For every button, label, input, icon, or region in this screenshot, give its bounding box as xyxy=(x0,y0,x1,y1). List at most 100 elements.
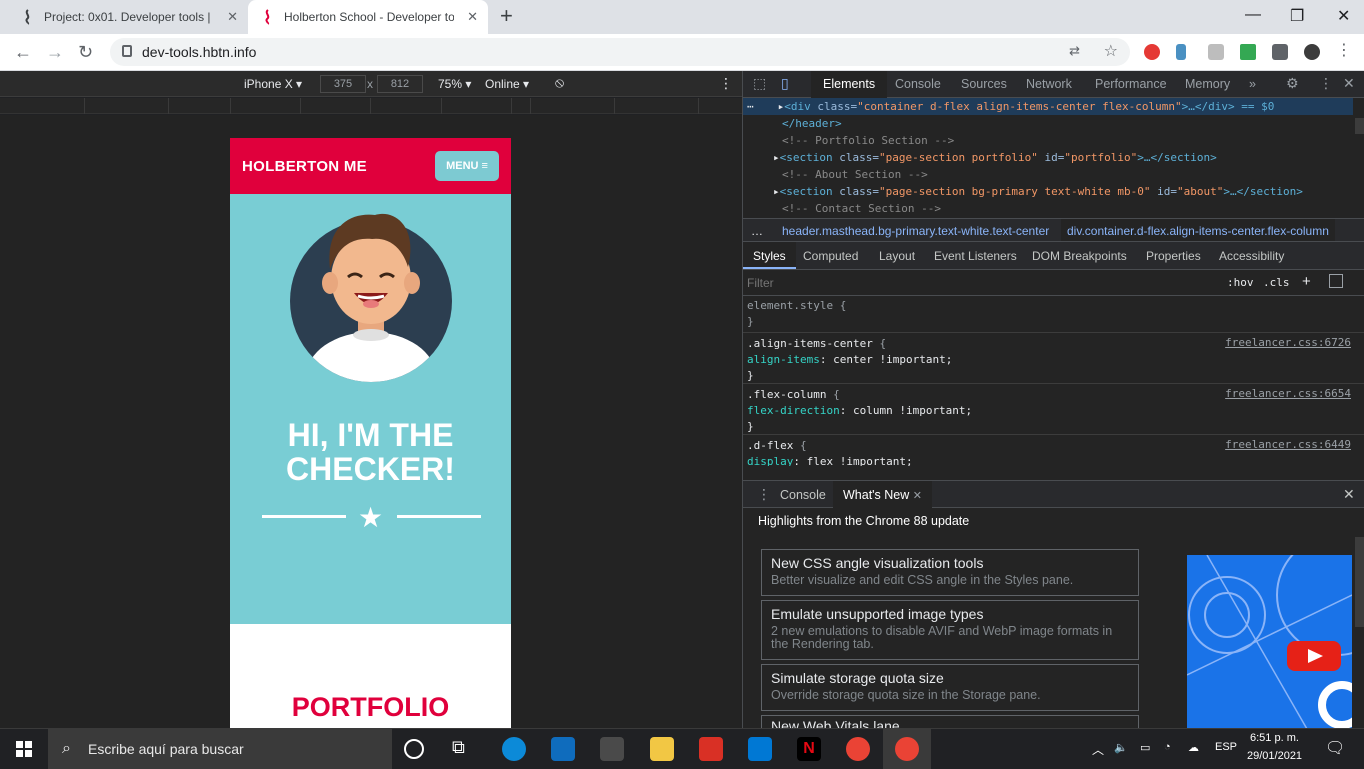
profile-avatar[interactable] xyxy=(1304,44,1320,60)
new-tab-button[interactable]: + xyxy=(500,5,513,27)
rule-source-link[interactable]: freelancer.css:6654 xyxy=(1225,387,1351,400)
throttle-select[interactable]: Online ▾ xyxy=(485,77,529,91)
more-tabs-icon[interactable]: » xyxy=(1249,77,1256,91)
clock-time[interactable]: 6:51 p. m. xyxy=(1250,732,1299,744)
rule-declaration[interactable]: flex-direction: column !important; xyxy=(743,403,1364,419)
hov-toggle[interactable]: :hov xyxy=(1227,276,1254,289)
extension-icon[interactable] xyxy=(1208,44,1224,60)
adblock-icon[interactable] xyxy=(1144,44,1160,60)
tab-close-icon[interactable]: ✕ xyxy=(227,9,238,25)
drawer-tab-console[interactable]: Console xyxy=(780,488,826,502)
file-explorer-icon[interactable] xyxy=(650,737,674,761)
rule-declaration[interactable]: align-items: center !important; xyxy=(743,352,1364,368)
toggle-sidebar-icon[interactable] xyxy=(1329,274,1343,288)
tab-event-listeners[interactable]: Event Listeners xyxy=(934,249,1017,263)
translate-icon[interactable]: ⇄ xyxy=(1069,43,1080,59)
tab-properties[interactable]: Properties xyxy=(1146,249,1201,263)
tab-accessibility[interactable]: Accessibility xyxy=(1219,249,1284,263)
tab-network[interactable]: Network xyxy=(1026,77,1072,91)
more-menu-icon[interactable]: ⋮ xyxy=(1336,40,1352,59)
close-window-icon[interactable]: ✕ xyxy=(1337,6,1350,26)
mail-icon[interactable] xyxy=(551,737,575,761)
edge-icon[interactable] xyxy=(502,737,526,761)
dom-comment[interactable]: <!-- About Section --> xyxy=(743,166,1353,183)
chrome-icon[interactable] xyxy=(895,737,919,761)
drawer-tab-whats-new[interactable]: What's New ✕ xyxy=(833,481,932,508)
site-brand[interactable]: HOLBERTON ME xyxy=(242,158,367,175)
taskbar-search-box[interactable]: ⌕ Escribe aquí para buscar xyxy=(48,729,392,769)
scrollbar[interactable] xyxy=(1355,118,1364,134)
breadcrumb-item-active[interactable]: div.container.d-flex.align-items-center.… xyxy=(1061,219,1335,241)
device-more-icon[interactable]: ⋮ xyxy=(719,75,733,92)
zoom-select[interactable]: 75% ▾ xyxy=(438,77,471,91)
inspect-element-icon[interactable]: ⬚ xyxy=(753,75,766,92)
reload-icon[interactable]: ↻ xyxy=(78,42,93,63)
bookmark-star-icon[interactable]: ☆ xyxy=(1104,41,1118,61)
notifications-icon[interactable]: 🗨 xyxy=(1325,738,1345,758)
tab-close-icon[interactable]: ✕ xyxy=(467,9,478,25)
height-input[interactable]: 812 xyxy=(377,75,423,93)
dom-node-selected[interactable]: ⋯ ▸<div class="container d-flex align-ite… xyxy=(743,98,1353,115)
tab-performance[interactable]: Performance xyxy=(1095,77,1167,91)
forward-icon[interactable]: → xyxy=(46,42,64,63)
feature-card[interactable]: Simulate storage quota size Override sto… xyxy=(761,664,1139,711)
tab-dom-breakpoints[interactable]: DOM Breakpoints xyxy=(1032,249,1127,263)
dom-node[interactable]: ▸<section class="page-section bg-primary… xyxy=(743,183,1353,200)
tab-computed[interactable]: Computed xyxy=(803,249,858,263)
battery-icon[interactable]: ▭ xyxy=(1140,741,1150,754)
cls-toggle[interactable]: .cls xyxy=(1263,276,1290,289)
tab-sources[interactable]: Sources xyxy=(961,77,1007,91)
feature-card[interactable]: New Web Vitals lane xyxy=(761,715,1139,729)
breadcrumb-more[interactable]: … xyxy=(751,224,763,238)
volume-icon[interactable]: 🔈 xyxy=(1114,741,1128,754)
feature-card[interactable]: Emulate unsupported image types 2 new em… xyxy=(761,600,1139,660)
tray-chevron-icon[interactable]: ︿ xyxy=(1092,741,1104,758)
back-icon[interactable]: ← xyxy=(14,42,32,63)
tab-styles[interactable]: Styles xyxy=(743,242,796,269)
settings-gear-icon[interactable]: ⚙ xyxy=(1286,75,1299,92)
vscode-icon[interactable] xyxy=(748,737,772,761)
extension-icon[interactable] xyxy=(1176,44,1186,60)
dom-node[interactable]: ▸<section class="page-section portfolio"… xyxy=(743,149,1353,166)
rule-source-link[interactable]: freelancer.css:6449 xyxy=(1225,438,1351,451)
puzzle-extensions-icon[interactable] xyxy=(1272,44,1288,60)
dom-comment[interactable]: <!-- Portfolio Section --> xyxy=(743,132,1353,149)
drawer-tab-close-icon[interactable]: ✕ xyxy=(913,490,922,502)
scrollbar[interactable] xyxy=(1355,537,1364,627)
windows-start-icon[interactable] xyxy=(16,741,32,757)
task-view-icon[interactable]: ⧉ xyxy=(452,737,476,761)
drawer-close-icon[interactable]: ✕ xyxy=(1343,486,1355,503)
onedrive-icon[interactable]: ☁ xyxy=(1188,741,1199,754)
rule-declaration[interactable]: display: flex !important; xyxy=(743,454,1364,466)
rotate-icon[interactable]: ⦸ xyxy=(555,74,564,91)
store-icon[interactable] xyxy=(600,737,624,761)
address-bar[interactable]: dev-tools.hbtn.info ⇄ ☆ xyxy=(110,38,1130,66)
device-select[interactable]: iPhone X ▾ xyxy=(244,77,302,91)
breadcrumb-item[interactable]: header.masthead.bg-primary.text-white.te… xyxy=(782,224,1049,238)
tab-console[interactable]: Console xyxy=(895,77,941,91)
styles-filter-input[interactable] xyxy=(747,274,1217,292)
netflix-icon[interactable]: N xyxy=(797,737,821,761)
tab-project[interactable]: Project: 0x01. Developer tools | H ✕ xyxy=(8,0,248,34)
chrome-88-video-thumbnail[interactable] xyxy=(1187,555,1352,729)
clock-date[interactable]: 29/01/2021 xyxy=(1247,750,1302,762)
device-toggle-icon[interactable]: ▯ xyxy=(781,75,789,92)
drawer-menu-icon[interactable]: ⋮ xyxy=(757,486,771,503)
tab-elements[interactable]: Elements xyxy=(811,71,888,98)
google-drive-icon[interactable] xyxy=(1240,44,1256,60)
devtools-more-icon[interactable]: ⋮ xyxy=(1319,75,1333,92)
menu-button[interactable]: MENU ≡ xyxy=(435,151,499,181)
cortana-icon[interactable] xyxy=(404,739,424,759)
tab-layout[interactable]: Layout xyxy=(879,249,915,263)
new-rule-plus-icon[interactable]: + xyxy=(1302,273,1311,290)
tab-holberton-school[interactable]: Holberton School - Developer to ✕ xyxy=(248,0,488,34)
rule-selector[interactable]: element.style { xyxy=(743,298,1364,314)
language-indicator[interactable]: ESP xyxy=(1215,741,1237,753)
minimize-icon[interactable]: — xyxy=(1245,6,1261,24)
rule-source-link[interactable]: freelancer.css:6726 xyxy=(1225,336,1351,349)
maximize-icon[interactable]: ❐ xyxy=(1290,6,1304,26)
devtools-close-icon[interactable]: ✕ xyxy=(1343,75,1355,92)
network-icon[interactable]: ◔ xyxy=(1164,741,1171,753)
width-input[interactable]: 375 xyxy=(320,75,366,93)
chrome-icon[interactable] xyxy=(846,737,870,761)
